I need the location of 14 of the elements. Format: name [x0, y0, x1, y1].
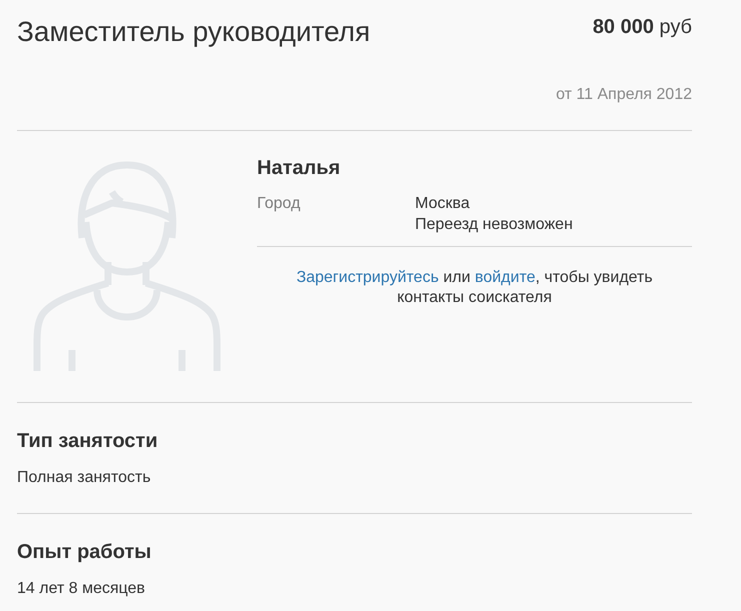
candidate-name: Наталья	[257, 156, 342, 181]
field-value: Переезд невозможен	[415, 215, 573, 235]
publication-date: от 11 Апреля 2012	[556, 85, 692, 105]
contacts-notice: Зарегистрируйтесь или войдите, чтобы увидеть контакты соискателя	[295, 268, 654, 308]
sign-in-link[interactable]: войдите	[474, 269, 536, 286]
field-value: Москва	[415, 194, 471, 214]
salary: 80 000 руб	[592, 15, 692, 40]
sign-up-link[interactable]: Зарегистрируйтесь	[296, 269, 439, 286]
field-label: Город	[257, 194, 302, 214]
section-heading: Опыт работы	[17, 540, 152, 565]
job-title: Заместитель руководителя	[17, 15, 370, 49]
section-text: Полная занятость	[17, 468, 152, 488]
section-text: 14 лет 8 месяцев	[17, 579, 146, 599]
section-heading: Тип занятости	[17, 429, 159, 454]
